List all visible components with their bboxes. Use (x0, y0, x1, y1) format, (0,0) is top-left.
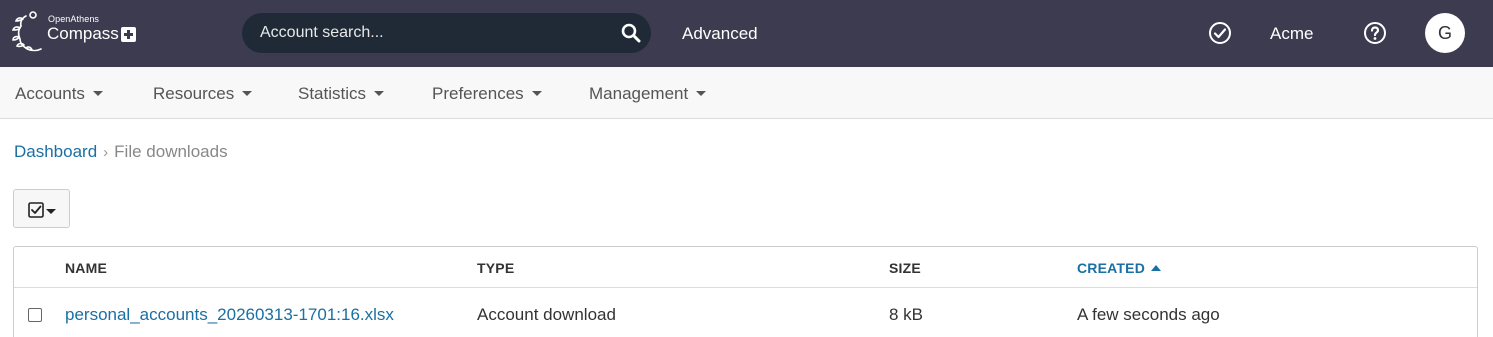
caret-down-icon (46, 209, 56, 214)
row-select-checkbox[interactable] (28, 308, 42, 322)
user-avatar[interactable]: G (1425, 13, 1465, 53)
openathens-compass-logo[interactable]: OpenAthens Compass (12, 10, 142, 56)
check-circle-icon (1209, 22, 1231, 44)
breadcrumb-current: File downloads (114, 142, 228, 161)
column-name-header[interactable]: NAME (65, 260, 107, 276)
search-button[interactable] (621, 23, 641, 43)
nav-accounts-label: Accounts (15, 84, 85, 103)
breadcrumb: Dashboard › File downloads (14, 142, 228, 162)
nav-statistics[interactable]: Statistics (298, 84, 385, 104)
table-row: personal_accounts_20260313-1701:16.xlsx … (14, 289, 1477, 337)
caret-down-icon (531, 90, 542, 96)
column-size-header[interactable]: SIZE (889, 260, 921, 276)
file-type: Account download (477, 305, 616, 324)
nav-preferences[interactable]: Preferences (432, 84, 542, 104)
sort-ascending-icon (1151, 264, 1162, 271)
breadcrumb-dashboard-link[interactable]: Dashboard (14, 142, 97, 161)
caret-down-icon (242, 90, 253, 96)
file-created: A few seconds ago (1077, 305, 1220, 324)
column-created-header[interactable]: CREATED (1077, 260, 1162, 276)
help-icon (1364, 22, 1386, 44)
help-button[interactable] (1363, 21, 1387, 45)
table-header: NAME TYPE SIZE CREATED (14, 247, 1477, 288)
tasks-button[interactable] (1208, 21, 1232, 45)
main-nav: Accounts Resources Statistics Preference… (0, 67, 1493, 119)
column-type-header[interactable]: TYPE (477, 260, 514, 276)
column-created-label: CREATED (1077, 260, 1146, 276)
nav-resources-label: Resources (153, 84, 235, 103)
nav-management[interactable]: Management (589, 84, 707, 104)
caret-down-icon (374, 90, 385, 96)
caret-down-icon (696, 90, 707, 96)
laurel-logo-icon (12, 11, 42, 52)
caret-down-icon (92, 90, 103, 96)
file-downloads-table: NAME TYPE SIZE CREATED personal_accounts… (13, 246, 1478, 337)
advanced-search-link[interactable]: Advanced (682, 24, 758, 44)
organisation-menu[interactable]: Acme (1270, 24, 1313, 44)
plus-icon (121, 27, 136, 42)
nav-resources[interactable]: Resources (153, 84, 253, 104)
file-size: 8 kB (889, 305, 924, 324)
checkbox-checked-icon (28, 202, 44, 218)
nav-management-label: Management (589, 84, 689, 103)
file-name-link[interactable]: personal_accounts_20260313-1701:16.xlsx (65, 305, 394, 325)
brand-small-text: OpenAthens (48, 14, 100, 24)
nav-accounts[interactable]: Accounts (15, 84, 103, 104)
account-search (242, 13, 651, 53)
top-bar: OpenAthens Compass Advanced Acme G (0, 0, 1493, 67)
bulk-select-dropdown[interactable] (13, 189, 70, 228)
brand-main-text: Compass (47, 24, 119, 43)
search-icon (621, 23, 641, 43)
nav-preferences-label: Preferences (432, 84, 524, 103)
chevron-right-icon: › (103, 144, 109, 161)
nav-statistics-label: Statistics (298, 84, 367, 103)
account-search-input[interactable] (260, 13, 600, 53)
